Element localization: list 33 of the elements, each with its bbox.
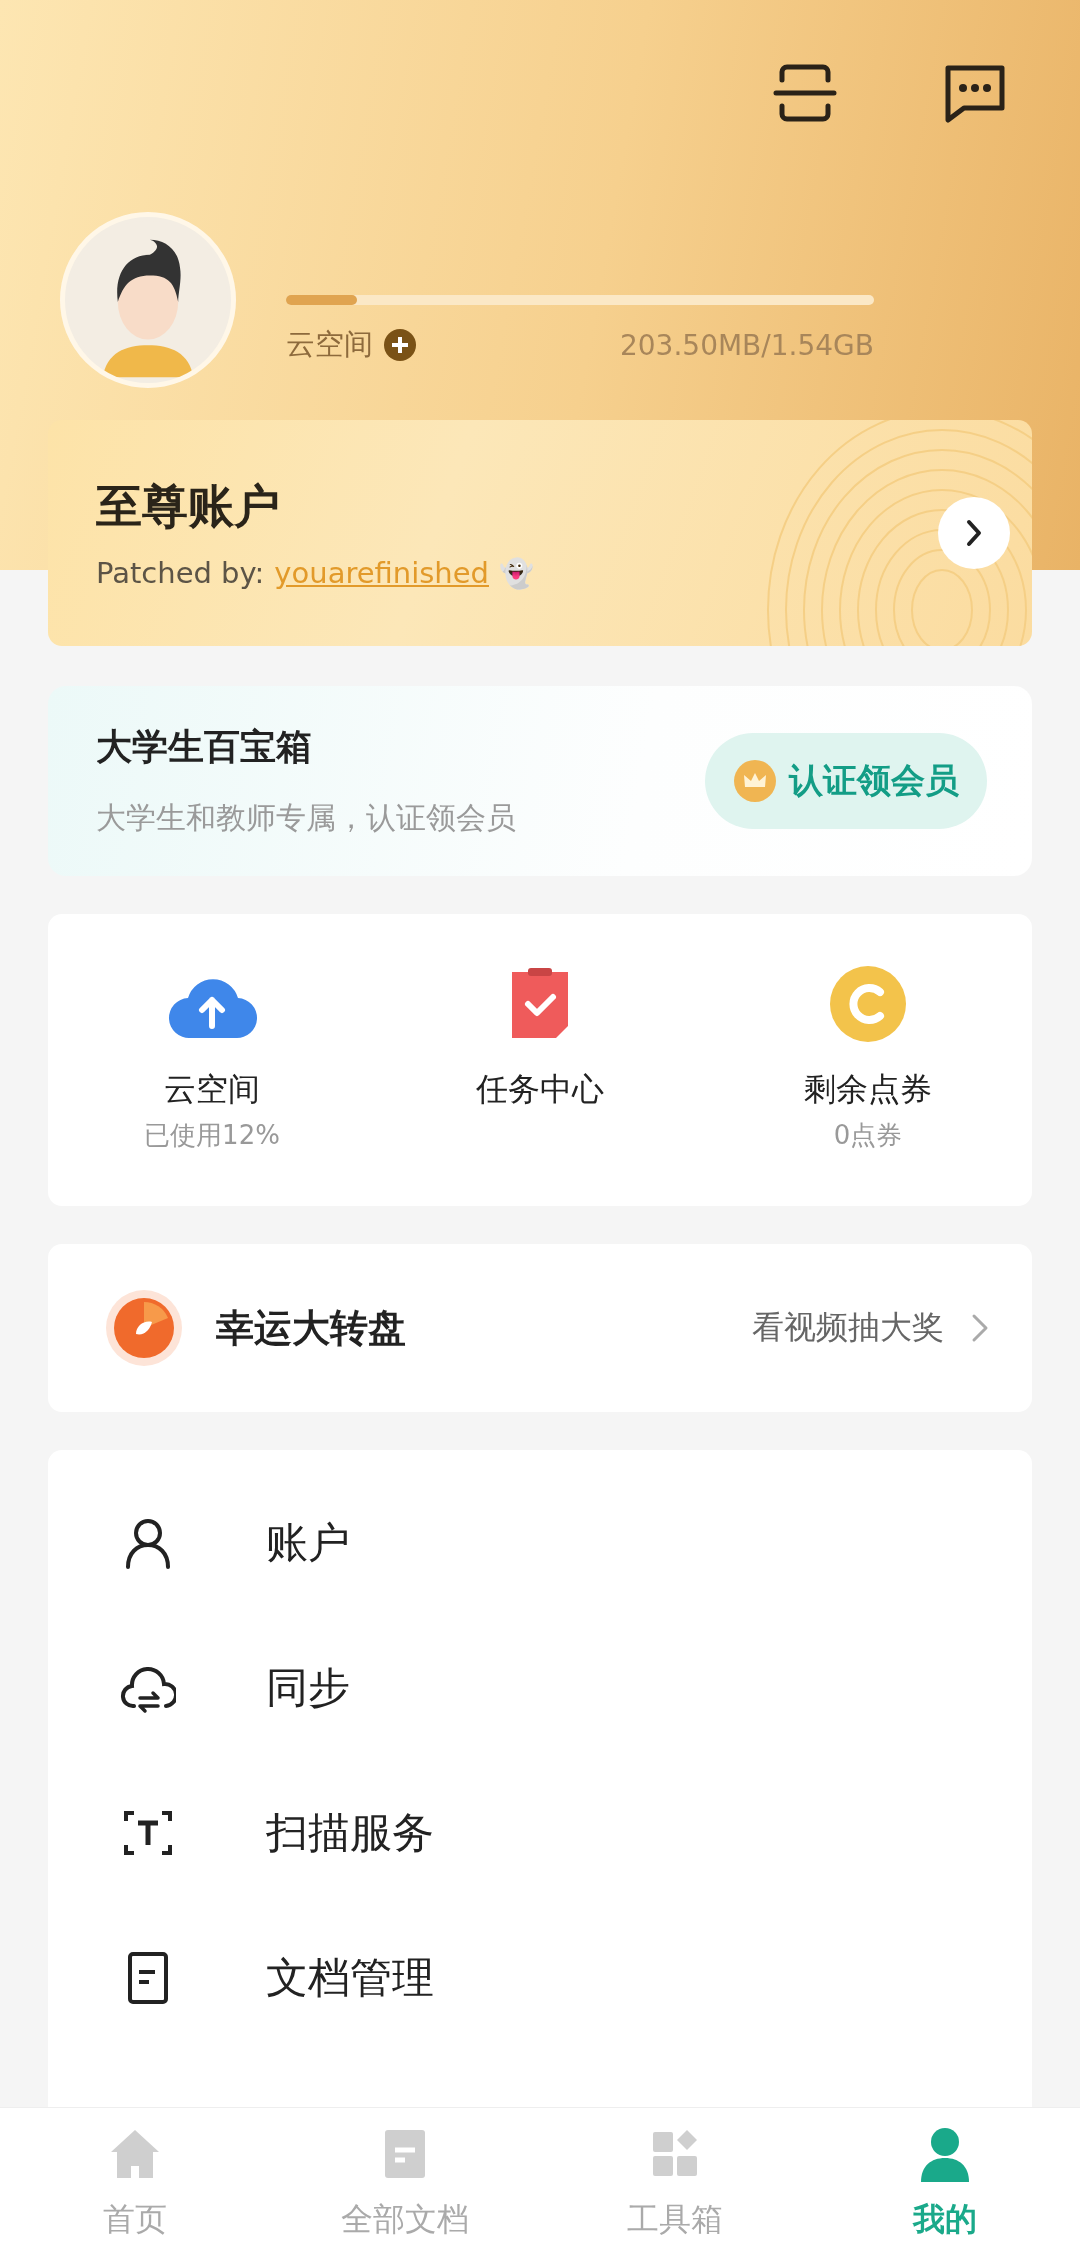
stat-item[interactable]: 剩余点券 0点券	[704, 964, 1032, 1206]
ghost-emoji: 👻	[499, 556, 534, 590]
premium-card[interactable]: 至尊账户 Patched by: youarefinished 👻	[48, 420, 1032, 646]
chevron-right-icon	[964, 518, 984, 548]
lucky-wheel-title: 幸运大转盘	[216, 1304, 407, 1352]
menu-item[interactable]: 文档管理	[48, 1905, 1032, 2050]
student-title: 大学生百宝箱	[96, 725, 313, 769]
menu-label: 同步	[266, 1661, 350, 1714]
storage-label: 云空间	[286, 326, 373, 363]
stat-item[interactable]: 任务中心	[376, 964, 704, 1206]
lucky-wheel-action: 看视频抽大奖	[752, 1307, 944, 1348]
menu-label: 扫描服务	[266, 1806, 434, 1859]
student-card[interactable]: 大学生百宝箱 大学生和教师专属，认证领会员 认证领会员	[48, 686, 1032, 876]
stat-value: 0点券	[833, 1119, 903, 1152]
menu-item[interactable]: 账户	[48, 1470, 1032, 1615]
plus-icon[interactable]	[383, 328, 417, 362]
student-subtitle: 大学生和教师专属，认证领会员	[96, 799, 516, 837]
lucky-wheel-card[interactable]: 幸运大转盘 看视频抽大奖	[48, 1244, 1032, 1412]
stat-label: 剩余点券	[804, 1069, 932, 1110]
menu-label: 账户	[266, 1516, 350, 1569]
menu-item[interactable]: 扫描服务	[48, 1760, 1032, 1905]
menu-item[interactable]: 同步	[48, 1615, 1032, 1760]
stat-label: 云空间	[164, 1069, 260, 1110]
storage-usage: 203.50MB/1.54GB	[619, 328, 874, 362]
menu-label: 文档管理	[266, 1951, 434, 2004]
arrow-button[interactable]	[938, 497, 1010, 569]
stat-value: 已使用12%	[144, 1119, 280, 1152]
premium-title: 至尊账户	[96, 478, 281, 535]
crown-icon	[733, 759, 777, 803]
stat-item[interactable]: 云空间 已使用12%	[48, 964, 376, 1206]
patched-by-label: Patched by:	[96, 556, 265, 590]
wheel-icon	[104, 1288, 184, 1368]
stat-label: 任务中心	[476, 1069, 604, 1110]
